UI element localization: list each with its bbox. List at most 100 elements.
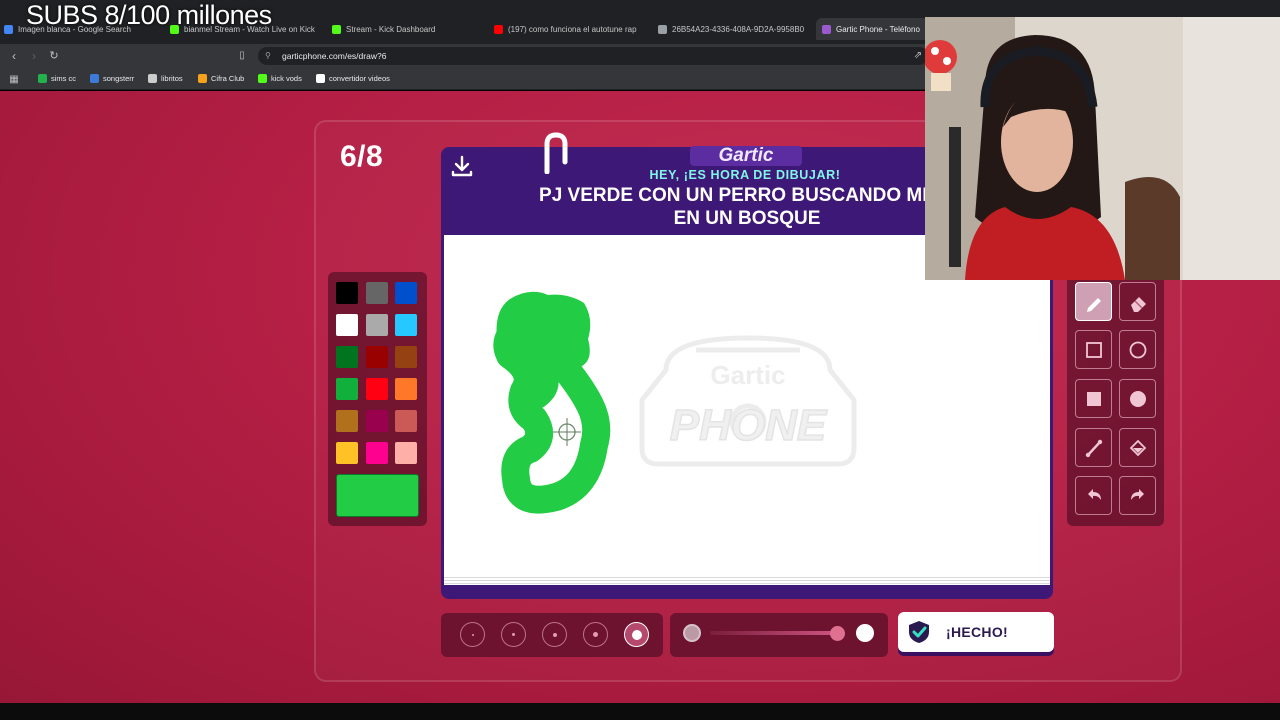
tab-title: 26B54A23-4336-408A-9D2A-9958B0 <box>672 24 805 34</box>
browser-tab-5[interactable]: Gartic Phone - Teléfono <box>816 18 928 40</box>
color-swatch[interactable] <box>395 282 417 304</box>
rect-filled-icon <box>1086 391 1101 406</box>
done-label: ¡HECHO! <box>946 624 1008 640</box>
redo-tool-button[interactable] <box>1119 476 1156 515</box>
round-counter: 6/8 <box>340 140 384 173</box>
current-color-indicator <box>336 474 419 517</box>
brush-size-dot-icon <box>593 632 598 637</box>
color-swatch[interactable] <box>366 378 388 400</box>
undo-icon <box>1087 488 1101 500</box>
undo-tool-button[interactable] <box>1075 476 1112 515</box>
tab-favicon-icon <box>4 24 13 34</box>
line-icon <box>1085 439 1102 457</box>
opacity-slider-track[interactable] <box>710 631 834 635</box>
color-swatch[interactable] <box>395 378 417 400</box>
ellipse-outline-tool-button[interactable] <box>1119 330 1156 369</box>
browser-tab-3[interactable]: (197) como funciona el autotune rap <box>494 20 644 38</box>
color-swatch[interactable] <box>336 346 358 368</box>
color-swatch[interactable] <box>395 410 417 432</box>
ellipse-outline-icon <box>1129 341 1146 358</box>
bookmark-label: songsterr <box>103 74 135 83</box>
brush-cursor-icon <box>553 418 581 446</box>
user-drawing <box>493 291 611 514</box>
bookmark-item[interactable]: libritos <box>148 74 183 83</box>
bookmark-label: kick vods <box>271 74 302 83</box>
done-button[interactable]: ¡HECHO! <box>898 612 1054 652</box>
brush-size-3-button[interactable] <box>542 622 567 647</box>
bookmark-favicon-icon <box>258 74 267 83</box>
color-swatch[interactable] <box>366 410 388 432</box>
bookmark-favicon-icon <box>38 74 47 83</box>
eraser-icon <box>1130 296 1146 312</box>
opacity-max-icon <box>856 624 874 642</box>
download-icon[interactable] <box>450 154 474 178</box>
reload-icon[interactable]: ↻ <box>46 48 62 64</box>
color-swatch[interactable] <box>366 346 388 368</box>
subs-goal-overlay: SUBS 8/100 millones <box>26 0 272 30</box>
brush-size-1-button[interactable] <box>460 622 485 647</box>
color-swatch[interactable] <box>366 282 388 304</box>
bookmark-label: libritos <box>161 74 183 83</box>
bookmark-item[interactable]: kick vods <box>258 74 302 83</box>
opacity-slider-handle[interactable] <box>830 626 845 641</box>
bookmark-page-icon[interactable]: ▯ <box>234 48 250 64</box>
streamer-webcam <box>925 17 1280 280</box>
eraser-tool-button[interactable] <box>1119 282 1156 321</box>
fill-bucket-tool-button[interactable] <box>1119 428 1156 467</box>
color-swatch[interactable] <box>366 442 388 464</box>
color-swatch[interactable] <box>336 314 358 336</box>
tab-favicon-icon <box>494 24 503 34</box>
bookmark-favicon-icon <box>148 74 157 83</box>
brush-size-dot-icon <box>471 633 474 636</box>
site-info-icon[interactable]: ⚲ <box>265 47 271 65</box>
brush-size-dot-icon <box>631 629 642 640</box>
tab-title: Stream - Kick Dashboard <box>346 24 436 34</box>
tab-favicon-icon <box>658 24 667 34</box>
brush-size-5-button[interactable] <box>624 622 649 647</box>
color-swatch[interactable] <box>395 314 417 336</box>
share-icon[interactable]: ⇗ <box>910 48 926 64</box>
tab-title: Gartic Phone - Teléfono <box>836 24 920 34</box>
fill-bucket-icon <box>1129 439 1146 456</box>
rect-outline-icon <box>1085 341 1102 358</box>
opacity-min-icon <box>683 624 701 642</box>
bookmark-item[interactable]: convertidor videos <box>316 74 390 83</box>
color-swatch[interactable] <box>336 410 358 432</box>
browser-tab-4[interactable]: 26B54A23-4336-408A-9D2A-9958B0 <box>658 20 806 38</box>
redo-icon <box>1130 488 1144 500</box>
brush-size-dot-icon <box>512 633 515 636</box>
tab-title: (197) como funciona el autotune rap <box>508 24 637 34</box>
back-icon[interactable]: ‹ <box>6 48 22 64</box>
check-shield-icon <box>909 621 929 643</box>
color-swatch[interactable] <box>395 346 417 368</box>
bookmark-item[interactable]: Cifra Club <box>198 74 244 83</box>
tab-favicon-icon <box>822 24 831 34</box>
color-swatch[interactable] <box>336 282 358 304</box>
pencil-tool-button[interactable] <box>1075 282 1112 321</box>
browser-tab-2[interactable]: Stream - Kick Dashboard <box>332 20 482 38</box>
url-text: garticphone.com/es/draw?6 <box>282 51 387 61</box>
bookmark-item[interactable]: songsterr <box>90 74 134 83</box>
bookmark-label: Cifra Club <box>211 74 245 83</box>
brush-size-2-button[interactable] <box>501 622 526 647</box>
bookmark-favicon-icon <box>90 74 99 83</box>
apps-grid-icon[interactable]: ▦ <box>6 72 22 88</box>
rect-outline-tool-button[interactable] <box>1075 330 1112 369</box>
bookmark-item[interactable]: sims cc <box>38 74 76 83</box>
forward-icon[interactable]: › <box>26 48 42 64</box>
ellipse-filled-tool-button[interactable] <box>1119 379 1156 418</box>
tab-favicon-icon <box>332 24 341 34</box>
gartic-logo: Gartic <box>690 146 802 166</box>
rect-filled-tool-button[interactable] <box>1075 379 1112 418</box>
line-tool-button[interactable] <box>1075 428 1112 467</box>
draw-time-subtitle: HEY, ¡ES HORA DE DIBUJAR! <box>649 168 841 182</box>
color-swatch[interactable] <box>336 442 358 464</box>
color-swatch[interactable] <box>336 378 358 400</box>
brush-size-4-button[interactable] <box>583 622 608 647</box>
ellipse-filled-icon <box>1129 390 1146 407</box>
bookmark-label: sims cc <box>51 74 76 83</box>
bookmark-favicon-icon <box>198 74 207 83</box>
color-swatch[interactable] <box>395 442 417 464</box>
color-swatch[interactable] <box>366 314 388 336</box>
url-field[interactable]: ⚲ garticphone.com/es/draw?6 <box>258 47 928 65</box>
